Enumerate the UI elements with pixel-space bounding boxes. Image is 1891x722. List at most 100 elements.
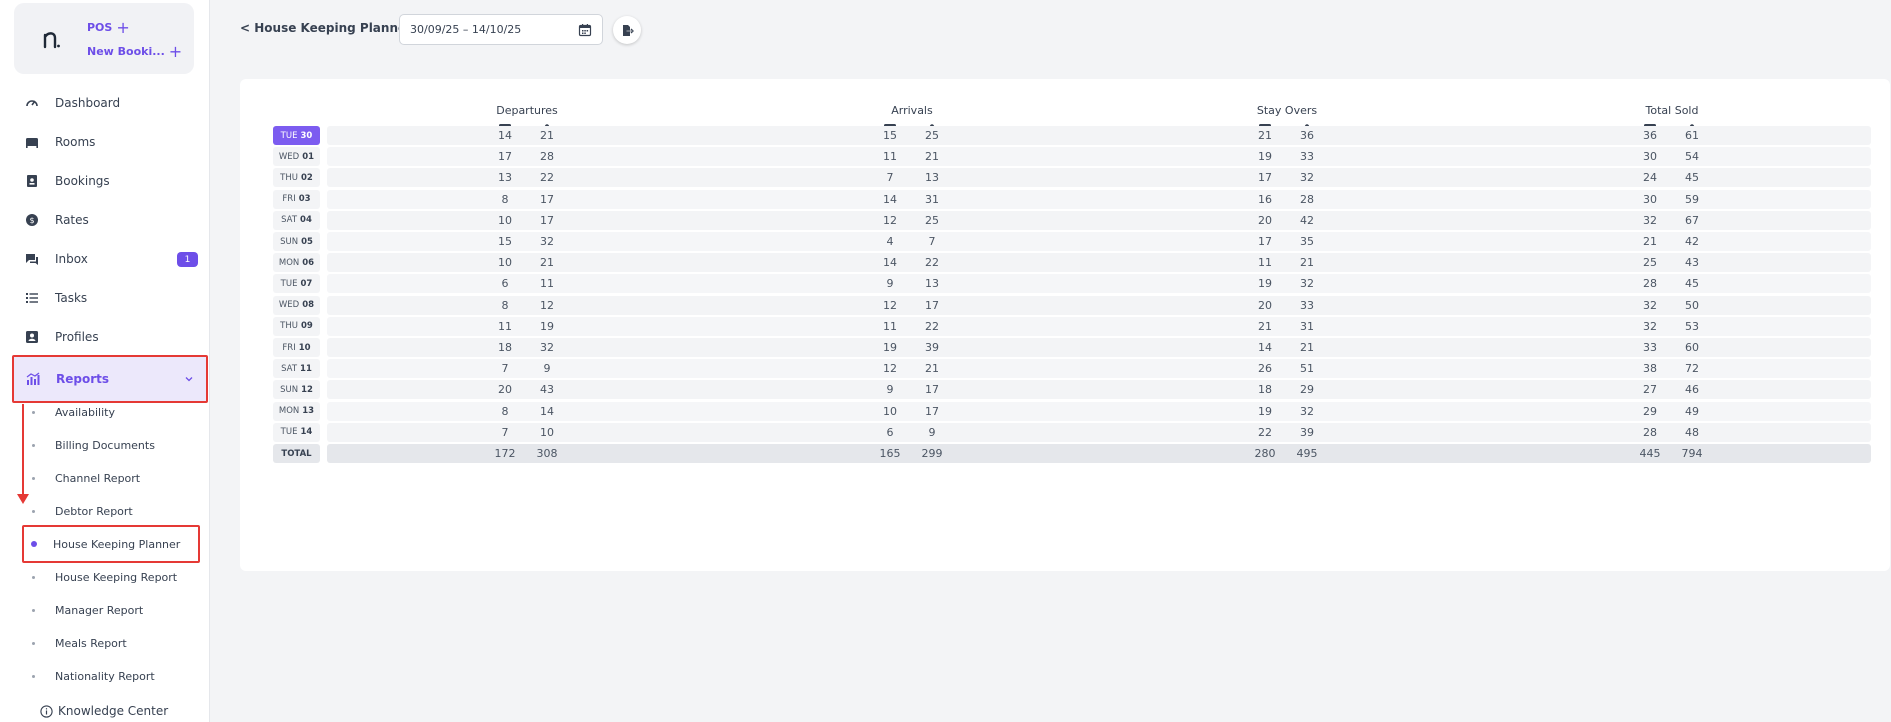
table-row: THU 02 13 22 7 13 17 32 24 45: [273, 167, 1871, 188]
day-label[interactable]: TUE 30: [273, 126, 320, 145]
departures-guests-cell: 32: [540, 235, 554, 248]
day-number: 14: [300, 427, 313, 438]
arrivals-rooms-cell: 4: [886, 235, 894, 248]
arrivals-rooms-cell: 9: [886, 383, 894, 397]
day-number: 02: [300, 172, 313, 183]
day-label[interactable]: MON 13: [273, 401, 320, 421]
report-item-label: Meals Report: [55, 636, 127, 650]
nav-rooms[interactable]: Rooms: [12, 124, 208, 160]
annotation-arrow-head-icon: [17, 494, 29, 504]
date-range-input[interactable]: 30/09/25 – 14/10/25: [399, 14, 603, 45]
report-channel-report[interactable]: Channel Report: [30, 463, 200, 493]
calendar-icon[interactable]: [578, 23, 592, 37]
bullet-icon: [32, 641, 35, 645]
nav-inbox[interactable]: Inbox 1: [12, 241, 208, 277]
arrivals-guests-cell: 13: [925, 277, 939, 291]
total-sold-guests-cell: 48: [1685, 425, 1699, 439]
day-number: 06: [302, 257, 315, 268]
report-nationality-report[interactable]: Nationality Report: [30, 661, 200, 691]
back-link[interactable]: < House Keeping Planner: [240, 21, 412, 35]
arrivals-guests-cell: 17: [925, 383, 939, 397]
day-label[interactable]: WED 01: [273, 147, 320, 167]
table-row: TUE 07 6 11 9 13 19 32 28 45: [273, 273, 1871, 294]
stay-overs-guests-cell: 29: [1300, 383, 1314, 397]
pos-button[interactable]: POS +: [87, 20, 130, 36]
stay-overs-rooms-cell: 16: [1258, 192, 1272, 206]
stay-overs-guests-cell: 35: [1300, 235, 1314, 248]
day-of-week: TUE: [280, 130, 298, 141]
day-label[interactable]: SUN 05: [273, 232, 320, 251]
new-booking-button[interactable]: New Booki... +: [87, 42, 183, 61]
total-sold-guests-cell: 43: [1685, 256, 1699, 270]
day-label[interactable]: FRI 10: [273, 338, 320, 357]
arrivals-rooms-cell: 11: [883, 319, 897, 333]
day-label[interactable]: FRI 03: [273, 189, 320, 209]
stay-overs-rooms-cell: 26: [1258, 362, 1272, 376]
departures-guests-cell: 32: [540, 341, 554, 354]
export-button[interactable]: [613, 16, 641, 44]
report-manager-report[interactable]: Manager Report: [30, 595, 200, 625]
report-availability[interactable]: Availability: [30, 397, 200, 427]
departures-guests-cell: 22: [540, 171, 554, 185]
departures-guests-cell: 12: [540, 298, 554, 312]
bullet-icon: [32, 476, 35, 480]
departures-rooms-cell: 18: [498, 341, 512, 354]
day-label[interactable]: THU 02: [273, 168, 320, 188]
planner-table: Departures Arrivals Stay Overs Total Sold TU…: [240, 79, 1890, 571]
brand-logo-icon[interactable]: [40, 27, 64, 51]
nav-tasks[interactable]: Tasks: [12, 280, 208, 316]
day-label[interactable]: TUE 07: [273, 274, 320, 294]
report-item-label: Nationality Report: [55, 669, 155, 683]
nav-profiles[interactable]: Profiles: [12, 319, 208, 355]
total-label[interactable]: TOTAL: [273, 444, 320, 463]
stay-overs-guests-cell: 36: [1300, 129, 1314, 142]
departures-rooms-cell: 8: [501, 192, 509, 206]
table-row: SAT 04 10 17 12 25 20 42 32 67: [273, 210, 1871, 230]
day-number: 12: [301, 384, 313, 395]
day-label[interactable]: TUE 14: [273, 422, 320, 442]
day-of-week: WED: [278, 300, 300, 311]
table-row: SUN 12 20 43 9 17 18 29 27 46: [273, 379, 1871, 400]
departures-rooms-cell: 11: [498, 319, 512, 333]
day-label[interactable]: WED 08: [273, 295, 320, 315]
total-sold-guests-cell: 54: [1685, 150, 1699, 164]
table-row: TUE 30 14 21 15 25 21 36 36 61: [273, 125, 1871, 145]
nav-dashboard[interactable]: Dashboard: [12, 85, 208, 121]
departures-guests-cell: 43: [540, 383, 554, 397]
nav-bookings[interactable]: Bookings: [12, 163, 208, 199]
day-label[interactable]: MON 06: [273, 253, 320, 273]
day-number: 08: [302, 300, 315, 311]
group-header: Total Sold: [1645, 104, 1699, 117]
day-label[interactable]: SAT 11: [273, 359, 320, 379]
departures-rooms-cell: 172: [494, 447, 516, 460]
report-house-keeping-planner[interactable]: House Keeping Planner: [22, 525, 200, 563]
departures-guests-cell: 19: [540, 319, 554, 333]
bookings-icon: [27, 175, 37, 187]
stay-overs-rooms-cell: 19: [1258, 404, 1272, 418]
report-debtor-report[interactable]: Debtor Report: [30, 496, 200, 526]
nav-rates[interactable]: $ Rates: [12, 202, 208, 238]
bullet-icon: [32, 443, 35, 447]
report-house-keeping-report[interactable]: House Keeping Report: [30, 562, 200, 592]
knowledge-center-link[interactable]: Knowledge Center: [40, 704, 168, 718]
day-label[interactable]: SAT 04: [273, 210, 320, 230]
departures-guests-cell: 21: [540, 129, 554, 142]
total-sold-rooms-cell: 32: [1643, 213, 1657, 227]
chevron-down-icon: [185, 377, 193, 382]
arrivals-guests-cell: 25: [925, 213, 939, 227]
day-number: 04: [300, 215, 312, 226]
total-sold-rooms-cell: 21: [1643, 235, 1657, 248]
day-of-week: SUN: [280, 384, 299, 395]
total-sold-rooms-cell: 27: [1643, 383, 1657, 397]
bullet-icon: [32, 608, 35, 612]
day-label[interactable]: THU 09: [273, 316, 320, 336]
nav-reports[interactable]: Reports: [12, 355, 208, 403]
arrivals-rooms-cell: 165: [879, 447, 901, 460]
stay-overs-guests-cell: 31: [1300, 319, 1314, 333]
plus-icon: +: [168, 42, 183, 61]
departures-rooms-cell: 7: [501, 425, 509, 439]
report-billing-documents[interactable]: Billing Documents: [30, 430, 200, 460]
report-meals-report[interactable]: Meals Report: [30, 628, 200, 658]
stay-overs-rooms-cell: 22: [1258, 425, 1272, 439]
day-label[interactable]: SUN 12: [273, 380, 320, 400]
